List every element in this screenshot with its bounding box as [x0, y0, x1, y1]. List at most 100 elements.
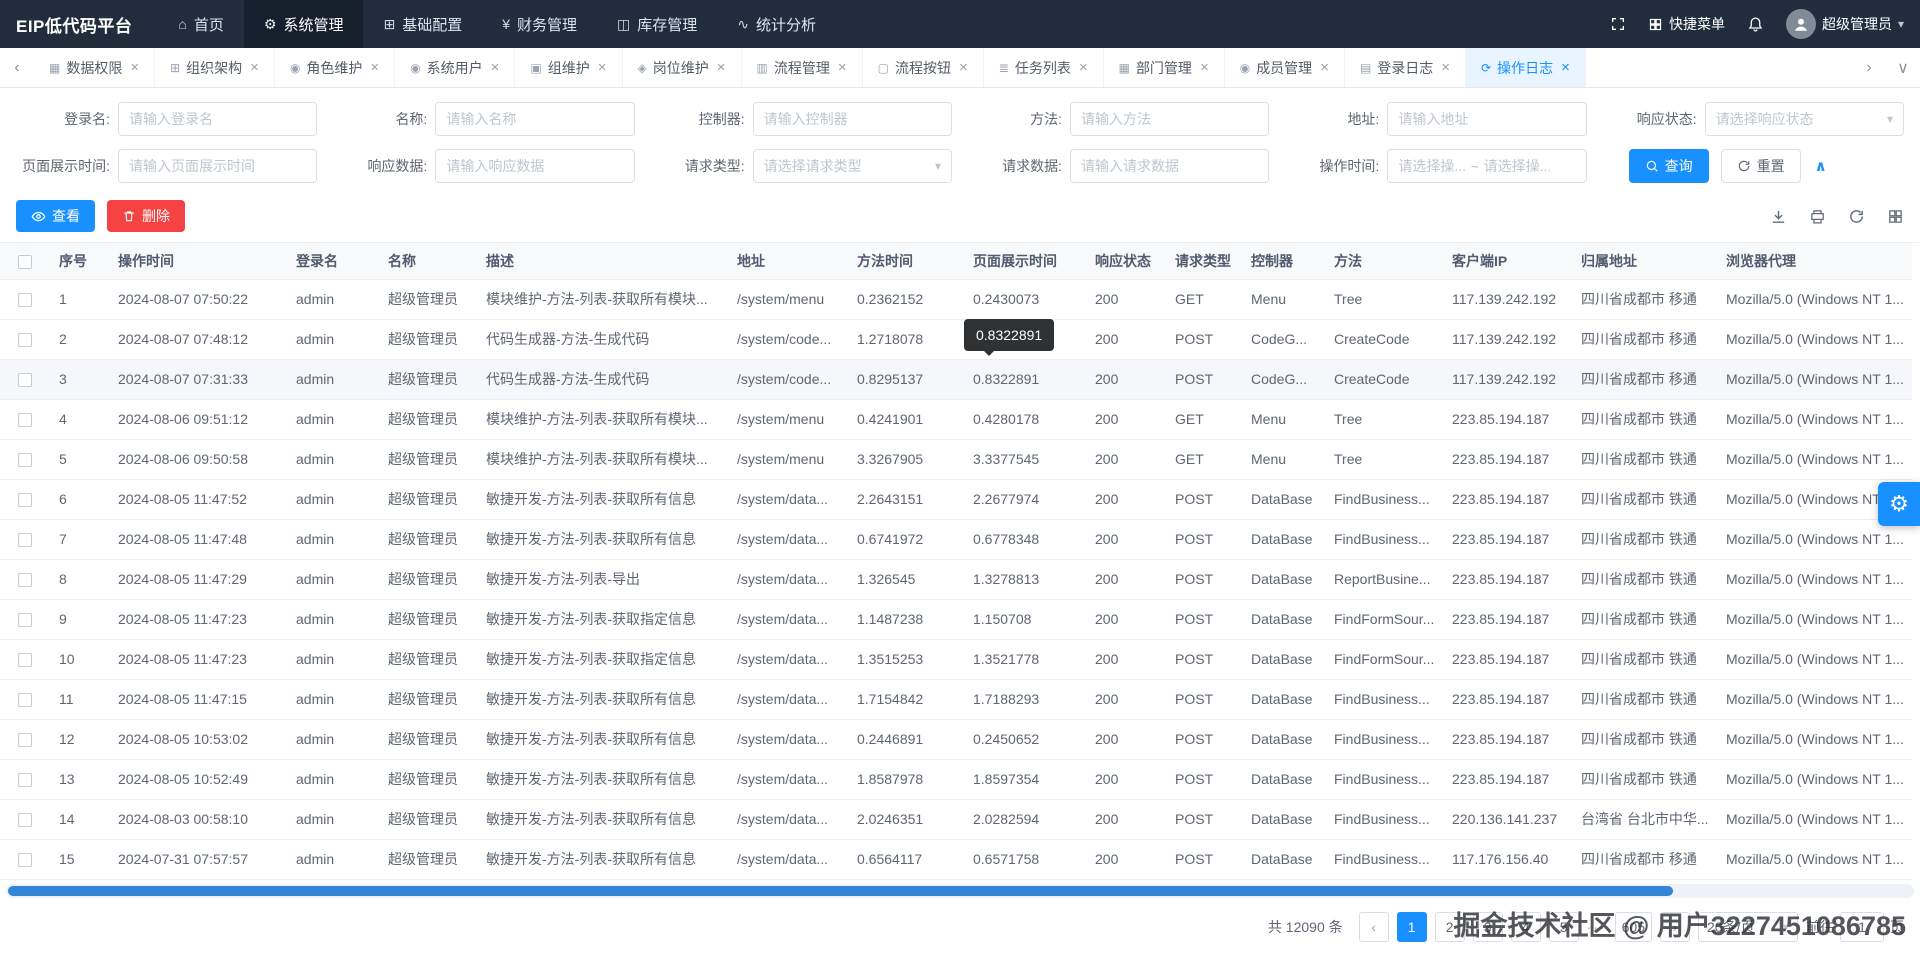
- table-cell: 敏捷开发-方法-列表-获取所有信息: [476, 679, 727, 720]
- row-checkbox[interactable]: [17, 693, 32, 708]
- close-icon[interactable]: ×: [959, 59, 968, 76]
- tab-member-manage[interactable]: ◉ 成员管理 ×: [1225, 48, 1345, 87]
- input-address[interactable]: [1387, 102, 1587, 136]
- fullscreen-button[interactable]: [1610, 16, 1626, 32]
- chevron-down-icon: ▾: [1897, 17, 1904, 31]
- tab-label: 岗位维护: [652, 59, 709, 76]
- table-cell: 敏捷开发-方法-列表-获取指定信息: [476, 639, 727, 680]
- row-checkbox[interactable]: [17, 733, 32, 748]
- row-checkbox[interactable]: [17, 413, 32, 428]
- close-icon[interactable]: ×: [370, 59, 379, 76]
- close-icon[interactable]: ×: [250, 59, 259, 76]
- input-login-name[interactable]: [118, 102, 318, 136]
- table-cell: /system/data...: [727, 799, 847, 840]
- view-button[interactable]: 查看: [16, 200, 95, 232]
- row-checkbox[interactable]: [17, 613, 32, 628]
- row-checkbox[interactable]: [17, 333, 32, 348]
- refresh-button[interactable]: [1848, 208, 1865, 225]
- finance-icon: ¥: [502, 16, 511, 32]
- close-icon[interactable]: ×: [1079, 59, 1088, 76]
- input-page-display-time[interactable]: [118, 149, 318, 183]
- tabs-scroll-left-icon[interactable]: ‹: [0, 59, 34, 77]
- nav-item-label: 基础配置: [402, 16, 463, 34]
- row-checkbox[interactable]: [17, 773, 32, 788]
- select-all-checkbox[interactable]: [17, 254, 32, 269]
- select-response-status[interactable]: 请选择响应状态 ▾: [1704, 102, 1904, 136]
- row-checkbox[interactable]: [17, 293, 32, 308]
- table-cell: 0.8322891: [963, 359, 1085, 400]
- horizontal-scrollbar-thumb[interactable]: [8, 885, 1673, 896]
- tab-operation-log[interactable]: ⟳ 操作日志 ×: [1466, 48, 1586, 87]
- table-cell: 四川省成都市 移通: [1571, 359, 1716, 400]
- range-operation-time[interactable]: 请选择操... ~ 请选择操...: [1387, 149, 1587, 183]
- toolbar-icon-buttons: [1770, 208, 1904, 225]
- table-cell: admin: [286, 319, 378, 360]
- close-icon[interactable]: ×: [130, 59, 139, 76]
- table-cell: 7: [49, 519, 108, 560]
- nav-item-label: 库存管理: [637, 16, 698, 34]
- quick-menu-button[interactable]: 快捷菜单: [1648, 14, 1725, 34]
- nav-item-stats[interactable]: ∿ 统计分析: [717, 0, 836, 48]
- download-button[interactable]: [1770, 208, 1787, 225]
- tabs-scroll-right-icon[interactable]: ›: [1852, 59, 1886, 77]
- close-icon[interactable]: ×: [717, 59, 726, 76]
- reset-icon: [1738, 160, 1749, 172]
- tab-login-log[interactable]: ▤ 登录日志 ×: [1345, 48, 1467, 87]
- input-name[interactable]: [435, 102, 635, 136]
- nav-item-finance[interactable]: ¥ 财务管理: [482, 0, 597, 48]
- tab-org-structure[interactable]: ⊞ 组织架构 ×: [155, 48, 275, 87]
- row-checkbox[interactable]: [17, 373, 32, 388]
- tab-process-button[interactable]: ▢ 流程按钮 ×: [863, 48, 984, 87]
- tab-role-maintain[interactable]: ◉ 角色维护 ×: [275, 48, 396, 87]
- nav-item-system[interactable]: ⚙ 系统管理: [243, 0, 364, 48]
- print-button[interactable]: [1809, 208, 1826, 225]
- column-settings-button[interactable]: [1887, 208, 1904, 225]
- table-row: 8 2024-08-05 11:47:29 admin 超级管理员 敏捷开发-方法-列表…: [0, 559, 1912, 600]
- notification-button[interactable]: [1747, 16, 1764, 33]
- close-icon[interactable]: ×: [1441, 59, 1450, 76]
- tab-label: 角色维护: [306, 59, 363, 76]
- user-menu[interactable]: 超级管理员 ▾: [1785, 9, 1904, 39]
- theme-settings-button[interactable]: ⚙: [1878, 482, 1920, 526]
- table-cell: DataBase: [1241, 799, 1324, 840]
- close-icon[interactable]: ×: [491, 59, 500, 76]
- input-request-data[interactable]: [1070, 149, 1270, 183]
- close-icon[interactable]: ×: [598, 59, 607, 76]
- tab-position-maintain[interactable]: ◈ 岗位维护 ×: [623, 48, 742, 87]
- nav-item-base-config[interactable]: ⊞ 基础配置: [363, 0, 482, 48]
- row-checkbox[interactable]: [17, 533, 32, 548]
- tab-process-manage[interactable]: ▥ 流程管理 ×: [742, 48, 863, 87]
- close-icon[interactable]: ×: [1561, 59, 1570, 76]
- select-request-type[interactable]: 请选择请求类型 ▾: [752, 149, 952, 183]
- row-checkbox[interactable]: [17, 813, 32, 828]
- nav-item-home[interactable]: ⌂ 首页: [158, 0, 243, 48]
- tab-system-user[interactable]: ◉ 系统用户 ×: [395, 48, 516, 87]
- input-controller[interactable]: [752, 102, 952, 136]
- column-header: 方法时间: [847, 243, 963, 280]
- table-cell: Mozilla/5.0 (Windows NT 1...: [1716, 439, 1912, 480]
- tab-group-maintain[interactable]: ▣ 组维护 ×: [515, 48, 623, 87]
- close-icon[interactable]: ×: [1320, 59, 1329, 76]
- tab-data-permission[interactable]: ▦ 数据权限 ×: [34, 48, 156, 87]
- column-header: 归属地址: [1571, 243, 1716, 280]
- input-method[interactable]: [1070, 102, 1270, 136]
- close-icon[interactable]: ×: [1200, 59, 1209, 76]
- tabs-dropdown-icon[interactable]: ∨: [1886, 58, 1920, 78]
- pagination-page-1[interactable]: 1: [1396, 911, 1427, 942]
- input-response-data[interactable]: [435, 149, 635, 183]
- reset-button[interactable]: 重置: [1720, 149, 1801, 183]
- table-cell: /system/menu: [727, 279, 847, 320]
- delete-button[interactable]: 删除: [107, 200, 185, 232]
- row-checkbox[interactable]: [17, 573, 32, 588]
- collapse-search-icon[interactable]: ∧: [1815, 157, 1827, 175]
- row-checkbox[interactable]: [17, 853, 32, 868]
- row-checkbox[interactable]: [17, 453, 32, 468]
- row-checkbox[interactable]: [17, 653, 32, 668]
- pagination-prev[interactable]: ‹: [1358, 911, 1389, 942]
- query-button[interactable]: 查询: [1628, 149, 1709, 183]
- close-icon[interactable]: ×: [838, 59, 847, 76]
- row-checkbox[interactable]: [17, 493, 32, 508]
- tab-department-manage[interactable]: ▦ 部门管理 ×: [1104, 48, 1225, 87]
- nav-item-inventory[interactable]: ◫ 库存管理: [597, 0, 717, 48]
- tab-task-list[interactable]: ≣ 任务列表 ×: [984, 48, 1104, 87]
